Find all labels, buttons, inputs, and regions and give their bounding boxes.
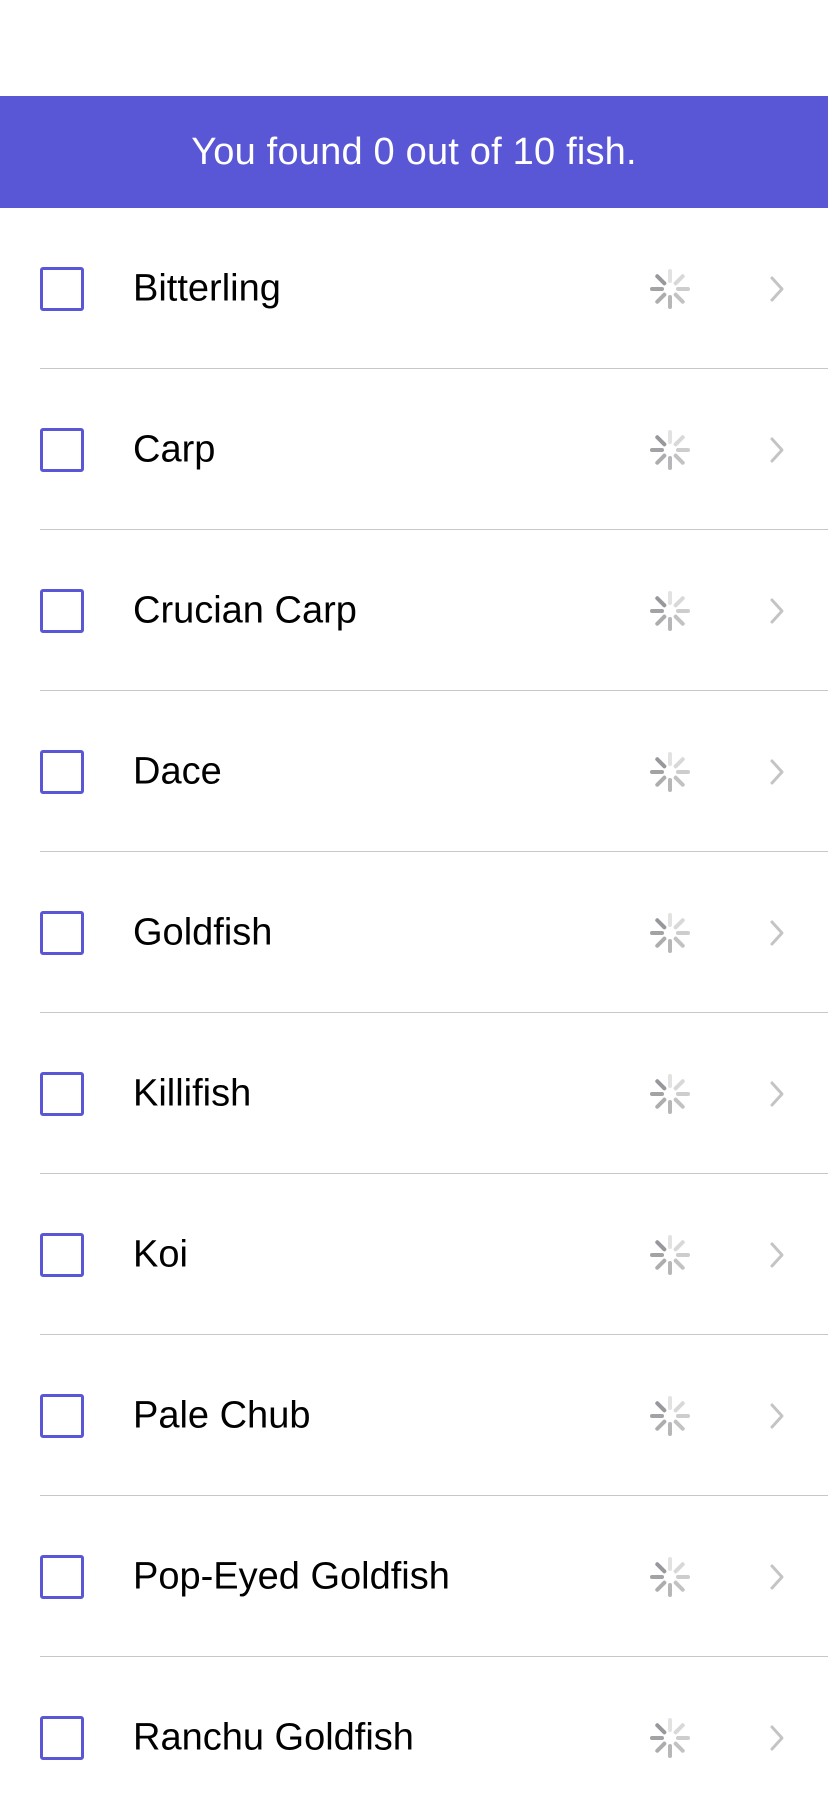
fish-name: Dace xyxy=(133,750,222,792)
fish-name: Bitterling xyxy=(133,267,281,309)
fish-name: Pop-Eyed Goldfish xyxy=(133,1555,450,1597)
fish-checkbox[interactable] xyxy=(40,1554,84,1599)
loading-spinner-icon xyxy=(650,590,690,631)
chevron-right-icon[interactable] xyxy=(768,1240,786,1270)
fish-name: Pale Chub xyxy=(133,1394,311,1436)
fish-name: Goldfish xyxy=(133,911,273,953)
fish-name: Ranchu Goldfish xyxy=(133,1716,414,1758)
found-count-banner: You found 0 out of 10 fish. xyxy=(0,96,828,208)
fish-row[interactable]: Koi xyxy=(0,1174,828,1335)
fish-row[interactable]: Dace xyxy=(0,691,828,852)
fish-checkbox[interactable] xyxy=(40,1393,84,1438)
loading-spinner-icon xyxy=(650,912,690,953)
fish-row[interactable]: Carp xyxy=(0,369,828,530)
fish-row[interactable]: Crucian Carp xyxy=(0,530,828,691)
found-count-text: You found 0 out of 10 fish. xyxy=(191,130,637,173)
chevron-right-icon[interactable] xyxy=(768,1723,786,1753)
chevron-right-icon[interactable] xyxy=(768,274,786,304)
loading-spinner-icon xyxy=(650,1073,690,1114)
fish-name: Carp xyxy=(133,428,216,470)
fish-checkbox[interactable] xyxy=(40,427,84,472)
loading-spinner-icon xyxy=(650,1717,690,1758)
fish-name: Crucian Carp xyxy=(133,589,357,631)
status-bar-area xyxy=(0,0,828,96)
loading-spinner-icon xyxy=(650,1395,690,1436)
fish-list: Bitterling Carp Crucian Carp Dace Goldfi… xyxy=(0,208,828,1818)
fish-checkbox[interactable] xyxy=(40,749,84,794)
fish-row[interactable]: Ranchu Goldfish xyxy=(0,1657,828,1818)
fish-row[interactable]: Goldfish xyxy=(0,852,828,1013)
fish-checkbox[interactable] xyxy=(40,910,84,955)
chevron-right-icon[interactable] xyxy=(768,596,786,626)
loading-spinner-icon xyxy=(650,1556,690,1597)
loading-spinner-icon xyxy=(650,429,690,470)
fish-checkbox[interactable] xyxy=(40,1232,84,1277)
loading-spinner-icon xyxy=(650,1234,690,1275)
chevron-right-icon[interactable] xyxy=(768,757,786,787)
fish-checkbox[interactable] xyxy=(40,266,84,311)
fish-checkbox[interactable] xyxy=(40,1715,84,1760)
chevron-right-icon[interactable] xyxy=(768,435,786,465)
fish-name: Killifish xyxy=(133,1072,252,1114)
chevron-right-icon[interactable] xyxy=(768,1562,786,1592)
chevron-right-icon[interactable] xyxy=(768,1079,786,1109)
fish-checkbox[interactable] xyxy=(40,588,84,633)
fish-row[interactable]: Bitterling xyxy=(0,208,828,369)
chevron-right-icon[interactable] xyxy=(768,918,786,948)
chevron-right-icon[interactable] xyxy=(768,1401,786,1431)
fish-checkbox[interactable] xyxy=(40,1071,84,1116)
fish-row[interactable]: Pop-Eyed Goldfish xyxy=(0,1496,828,1657)
fish-name: Koi xyxy=(133,1233,188,1275)
fish-row[interactable]: Pale Chub xyxy=(0,1335,828,1496)
fish-row[interactable]: Killifish xyxy=(0,1013,828,1174)
loading-spinner-icon xyxy=(650,751,690,792)
loading-spinner-icon xyxy=(650,268,690,309)
